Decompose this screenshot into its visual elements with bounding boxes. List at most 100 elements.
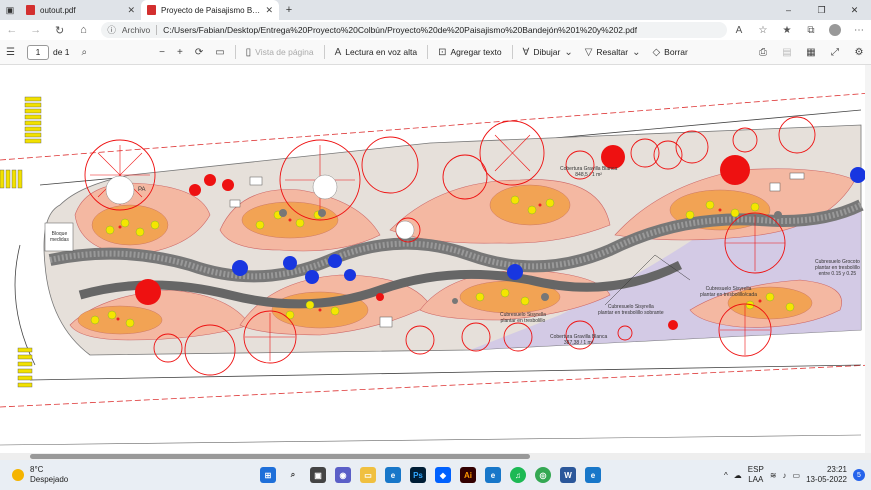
battery-icon[interactable]: ▭ [793, 471, 801, 480]
url-text[interactable]: C:/Users/Fabian/Desktop/Entrega%20Proyec… [163, 25, 637, 35]
search-icon[interactable]: ⌕ [82, 47, 88, 58]
spotify-icon[interactable]: ♫ [510, 467, 526, 483]
label-pa: PA [138, 187, 146, 193]
rotate-icon[interactable]: ⟳ [195, 47, 203, 58]
print-icon[interactable]: ⎙ [751, 47, 775, 58]
avatar[interactable] [829, 24, 841, 36]
cloud-icon[interactable]: ☁ [734, 471, 742, 480]
chevron-up-icon[interactable]: ^ [724, 471, 728, 480]
add-text-label: Agregar texto [450, 47, 502, 57]
chevron-down-icon[interactable]: ⌄ [564, 47, 572, 58]
scrollbar-thumb[interactable] [30, 454, 530, 459]
draw-icon: ∀ [522, 46, 530, 58]
draw-label: Dibujar [533, 47, 561, 57]
fullscreen-icon[interactable]: ⤢ [823, 47, 847, 58]
notification-badge[interactable]: 5 [853, 469, 865, 481]
address-bar: ← → ↻ ⌂ ⓘ Archivo C:/Users/Fabian/Deskto… [0, 20, 871, 40]
eraser-icon: ◇ [652, 46, 661, 58]
page-number-input[interactable]: 1 [26, 44, 49, 60]
wifi-icon[interactable]: ≋ [770, 471, 777, 480]
url-field[interactable]: ⓘ Archivo C:/Users/Fabian/Desktop/Entreg… [101, 22, 727, 38]
draw-button[interactable]: ∀ Dibujar ⌄ [517, 47, 579, 58]
pdf-viewer[interactable]: Cobertura Gravilla Blanca 848,5 / 1 m² Cu… [0, 65, 871, 460]
task-view-icon[interactable]: ▣ [310, 467, 326, 483]
weather-temp: 8°C [30, 465, 44, 475]
edge-icon[interactable]: e [385, 467, 401, 483]
favorite-star-icon[interactable]: ☆ [751, 24, 775, 36]
collections-icon[interactable]: ⧉ [799, 24, 823, 36]
info-icon[interactable]: ⓘ [107, 24, 116, 36]
settings-gear-icon[interactable]: ⚙ [847, 47, 871, 58]
tab-proyecto[interactable]: Proyecto de Paisajismo Bandejó ✕ [141, 0, 279, 20]
search-icon[interactable]: ⌕ [285, 467, 301, 483]
clock-date: 13-05-2022 [806, 475, 847, 484]
divider [511, 45, 513, 59]
divider [323, 45, 325, 59]
close-window-button[interactable]: ✕ [838, 0, 871, 20]
erase-button[interactable]: ◇ Borrar [646, 47, 693, 58]
zoom-in-icon[interactable]: + [177, 47, 183, 58]
view-page-icon: ▯ [245, 46, 252, 58]
divider [234, 45, 236, 59]
illustrator-icon[interactable]: Ai [460, 467, 476, 483]
dropbox-icon[interactable]: ◆ [435, 467, 451, 483]
save-icon[interactable]: ▤ [775, 47, 799, 58]
more-menu-icon[interactable]: ⋯ [847, 24, 871, 36]
view-page-button[interactable]: ▯ Vista de página [240, 47, 320, 58]
home-icon[interactable]: ⌂ [71, 24, 95, 36]
volume-icon[interactable]: ♪ [783, 471, 787, 480]
clock-time: 23:21 [826, 465, 847, 474]
label-bloque: Bloque medidas [50, 231, 69, 243]
add-text-button[interactable]: ⊡ Agregar texto [432, 47, 507, 58]
word-icon[interactable]: W [560, 467, 576, 483]
back-icon[interactable]: ← [0, 24, 24, 36]
read-aloud-icon: A [334, 46, 342, 58]
label-cubresuelo-low: Cubresuelo Sisyrella plantar en tresbolil… [500, 312, 546, 324]
tab-title: Proyecto de Paisajismo Bandejó [161, 5, 261, 15]
file-explorer-icon[interactable]: ▭ [360, 467, 376, 483]
contents-icon[interactable]: ☰ [6, 47, 15, 58]
favorites-icon[interactable]: ★ [775, 24, 799, 36]
chat-icon[interactable]: ◉ [335, 467, 351, 483]
tab-actions-icon[interactable]: ▣ [0, 0, 20, 20]
start-icon[interactable]: ⊞ [260, 467, 276, 483]
landscape-plan-drawing [0, 92, 871, 446]
chevron-down-icon[interactable]: ⌄ [632, 47, 640, 58]
pdf-toolbar: ☰ 1 de 1 ⌕ − + ⟳ ▭ ▯ Vista de página A L… [0, 40, 871, 65]
weather-desc: Despejado [30, 475, 69, 484]
window-controls: – ❐ ✕ [772, 0, 871, 20]
label-cobertura-top: Cobertura Gravilla Blanca 848,5 / 1 m² [560, 166, 618, 178]
read-mode-icon[interactable]: A [727, 24, 751, 36]
read-aloud-button[interactable]: A Lectura en voz alta [329, 47, 424, 58]
photoshop-icon[interactable]: Ps [410, 467, 426, 483]
zoom-out-icon[interactable]: − [159, 47, 165, 58]
minimize-button[interactable]: – [772, 0, 805, 20]
horizontal-scrollbar[interactable] [0, 453, 871, 460]
highlight-button[interactable]: ▽ Resaltar ⌄ [579, 47, 647, 58]
refresh-icon[interactable]: ↻ [48, 24, 72, 37]
add-text-icon: ⊡ [438, 46, 447, 58]
new-tab-button[interactable]: + [279, 0, 299, 20]
fit-page-icon[interactable]: ▭ [215, 47, 224, 58]
tab-bar: ▣ outout.pdf ✕ Proyecto de Paisajismo Ba… [0, 0, 871, 20]
clock[interactable]: 23:21 13-05-2022 [806, 465, 847, 485]
save-as-icon[interactable]: ▦ [799, 47, 823, 58]
kerb-markers [0, 96, 42, 388]
language-indicator[interactable]: ESP LAA [748, 465, 764, 484]
lang-bottom: LAA [748, 475, 764, 484]
page-total: de 1 [52, 47, 70, 57]
pdf-file-icon [147, 5, 156, 15]
chrome-icon[interactable]: ◎ [535, 467, 551, 483]
edge-active-icon[interactable]: e [485, 467, 501, 483]
close-tab-icon[interactable]: ✕ [127, 5, 135, 16]
label-cobertura-bottom: Cobertura Gravilla Blanca 387,38 / 1 m² [550, 334, 608, 346]
read-aloud-label: Lectura en voz alta [345, 47, 418, 57]
edge-alt-icon[interactable]: e [585, 467, 601, 483]
forward-icon[interactable]: → [24, 24, 48, 36]
maximize-button[interactable]: ❐ [805, 0, 838, 20]
weather-widget[interactable]: 8°C Despejado [0, 465, 150, 484]
vertical-scrollbar[interactable] [865, 65, 871, 453]
label-cubresuelo-right: Cubresuelo Grocoto plantar en tresbolillo… [815, 259, 860, 277]
close-tab-icon[interactable]: ✕ [265, 5, 273, 16]
tab-outout[interactable]: outout.pdf ✕ [20, 0, 141, 20]
